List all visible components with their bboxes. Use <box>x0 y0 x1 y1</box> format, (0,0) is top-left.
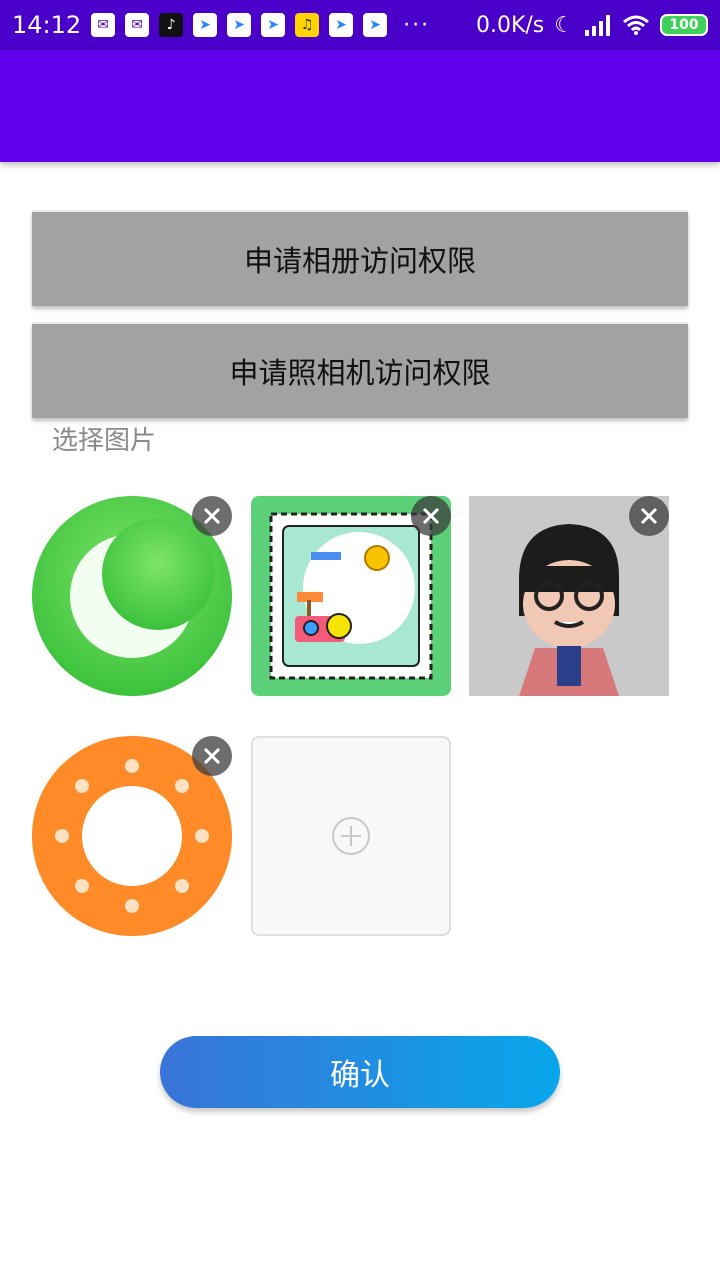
close-icon <box>422 507 440 525</box>
confirm-button[interactable]: 确认 <box>160 1036 560 1108</box>
status-time: 14:12 <box>12 11 82 39</box>
app-bar <box>0 50 720 162</box>
moon-icon: ☾ <box>554 12 574 38</box>
send-icon: ➤ <box>329 13 354 37</box>
battery-icon: 100 <box>660 14 708 36</box>
close-icon <box>203 747 221 765</box>
image-thumbnail[interactable] <box>32 496 232 696</box>
request-album-permission-button[interactable]: 申请相册访问权限 <box>32 210 688 306</box>
music-icon: ♫ <box>295 13 320 37</box>
notification-icons: ✉ ✉ ♪ ➤ ➤ ➤ ♫ ➤ ➤ <box>91 13 388 37</box>
delete-image-button[interactable] <box>629 496 669 536</box>
send-icon: ➤ <box>261 13 286 37</box>
send-icon: ➤ <box>363 13 388 37</box>
close-icon <box>640 507 658 525</box>
image-thumbnail[interactable] <box>469 496 669 696</box>
delete-image-button[interactable] <box>411 496 451 536</box>
status-bar: 14:12 ✉ ✉ ♪ ➤ ➤ ➤ ♫ ➤ ➤ ··· 0.0K/s ☾ 100 <box>0 0 720 50</box>
add-image-button[interactable] <box>251 736 451 936</box>
tiktok-icon: ♪ <box>159 13 184 37</box>
delete-image-button[interactable] <box>192 736 232 776</box>
signal-icon <box>585 15 610 36</box>
request-camera-permission-button[interactable]: 申请照相机访问权限 <box>32 322 688 418</box>
message-icon: ✉ <box>125 13 150 37</box>
message-icon: ✉ <box>91 13 116 37</box>
send-icon: ➤ <box>227 13 252 37</box>
more-notifications-icon: ··· <box>403 12 431 38</box>
send-icon: ➤ <box>193 13 218 37</box>
image-thumbnail[interactable] <box>251 496 451 696</box>
wifi-icon <box>623 15 649 35</box>
close-icon <box>203 507 221 525</box>
plus-icon <box>332 817 370 855</box>
status-right: 0.0K/s ☾ 100 <box>476 13 708 38</box>
delete-image-button[interactable] <box>192 496 232 536</box>
select-images-label: 选择图片 <box>52 426 157 456</box>
net-speed: 0.0K/s <box>475 12 545 38</box>
image-thumbnail[interactable] <box>32 736 232 936</box>
